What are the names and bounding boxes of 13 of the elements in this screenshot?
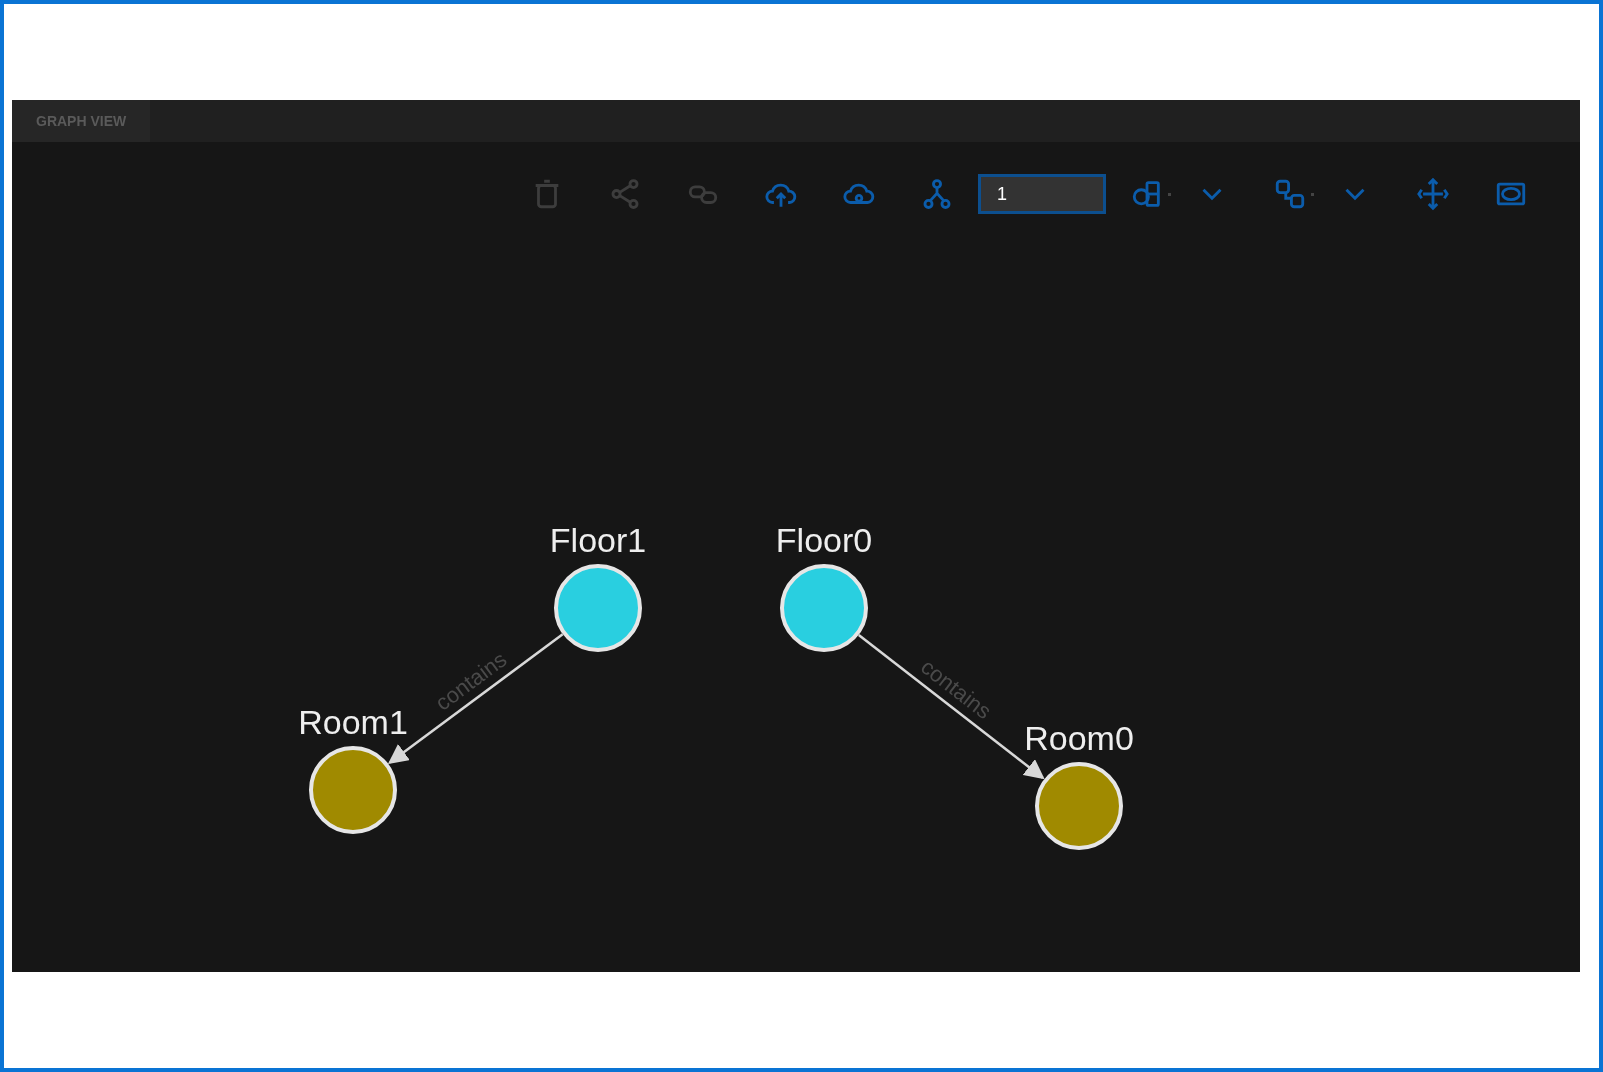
graph-node[interactable] [554,564,642,652]
graph-node[interactable] [1035,762,1123,850]
graph-node[interactable] [309,746,397,834]
move-button[interactable] [1416,177,1450,211]
move-icon [1416,177,1450,211]
depth-input[interactable]: 1 [978,174,1106,214]
node-label: Floor0 [775,521,873,559]
node-label: Floor1 [549,521,647,559]
layout-icon [1273,177,1307,211]
node-label: Room0 [1024,719,1134,757]
node-label: Room1 [298,703,408,741]
layout2-button[interactable] [1273,177,1307,211]
graph-node[interactable] [780,564,868,652]
